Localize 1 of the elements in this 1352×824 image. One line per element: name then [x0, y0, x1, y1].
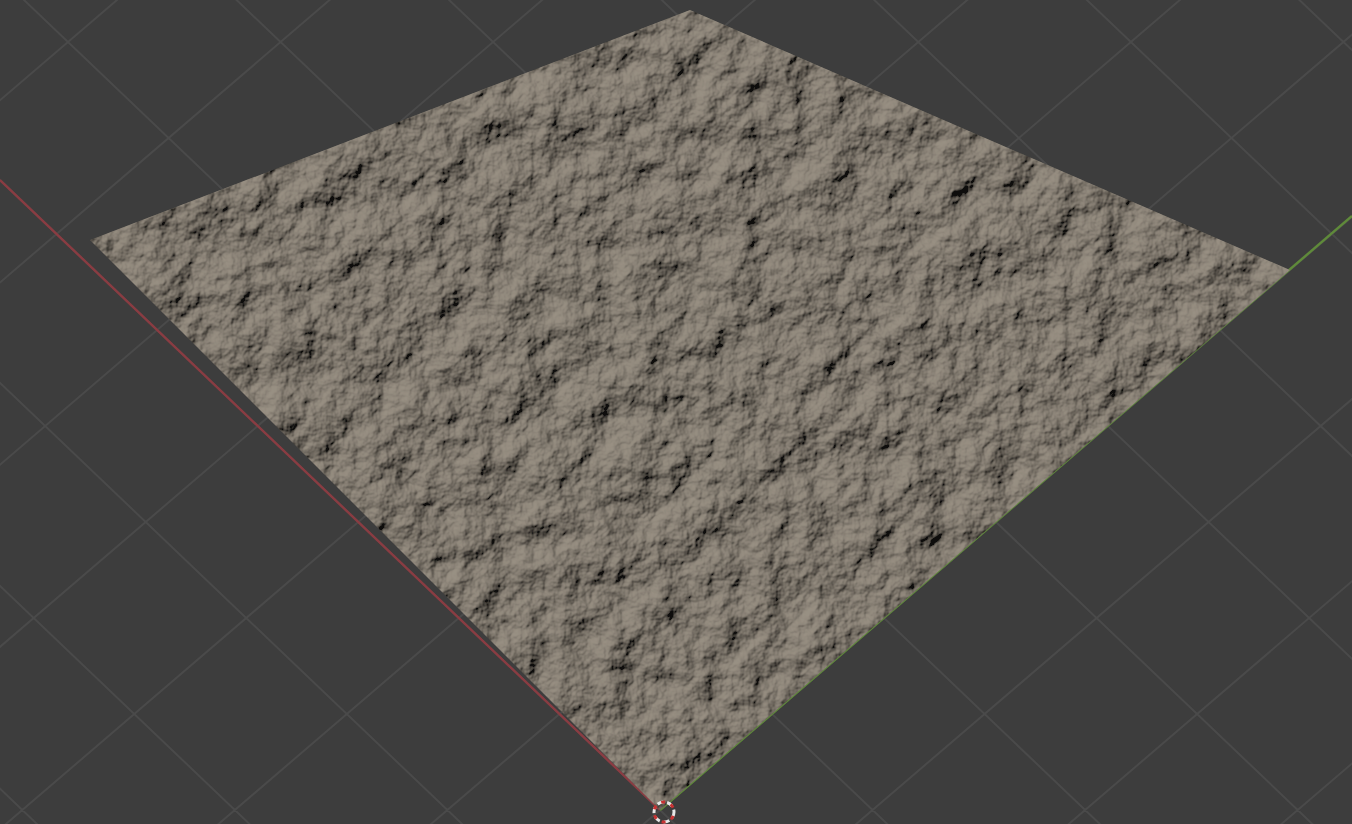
cursor-icon[interactable]: [652, 800, 676, 824]
